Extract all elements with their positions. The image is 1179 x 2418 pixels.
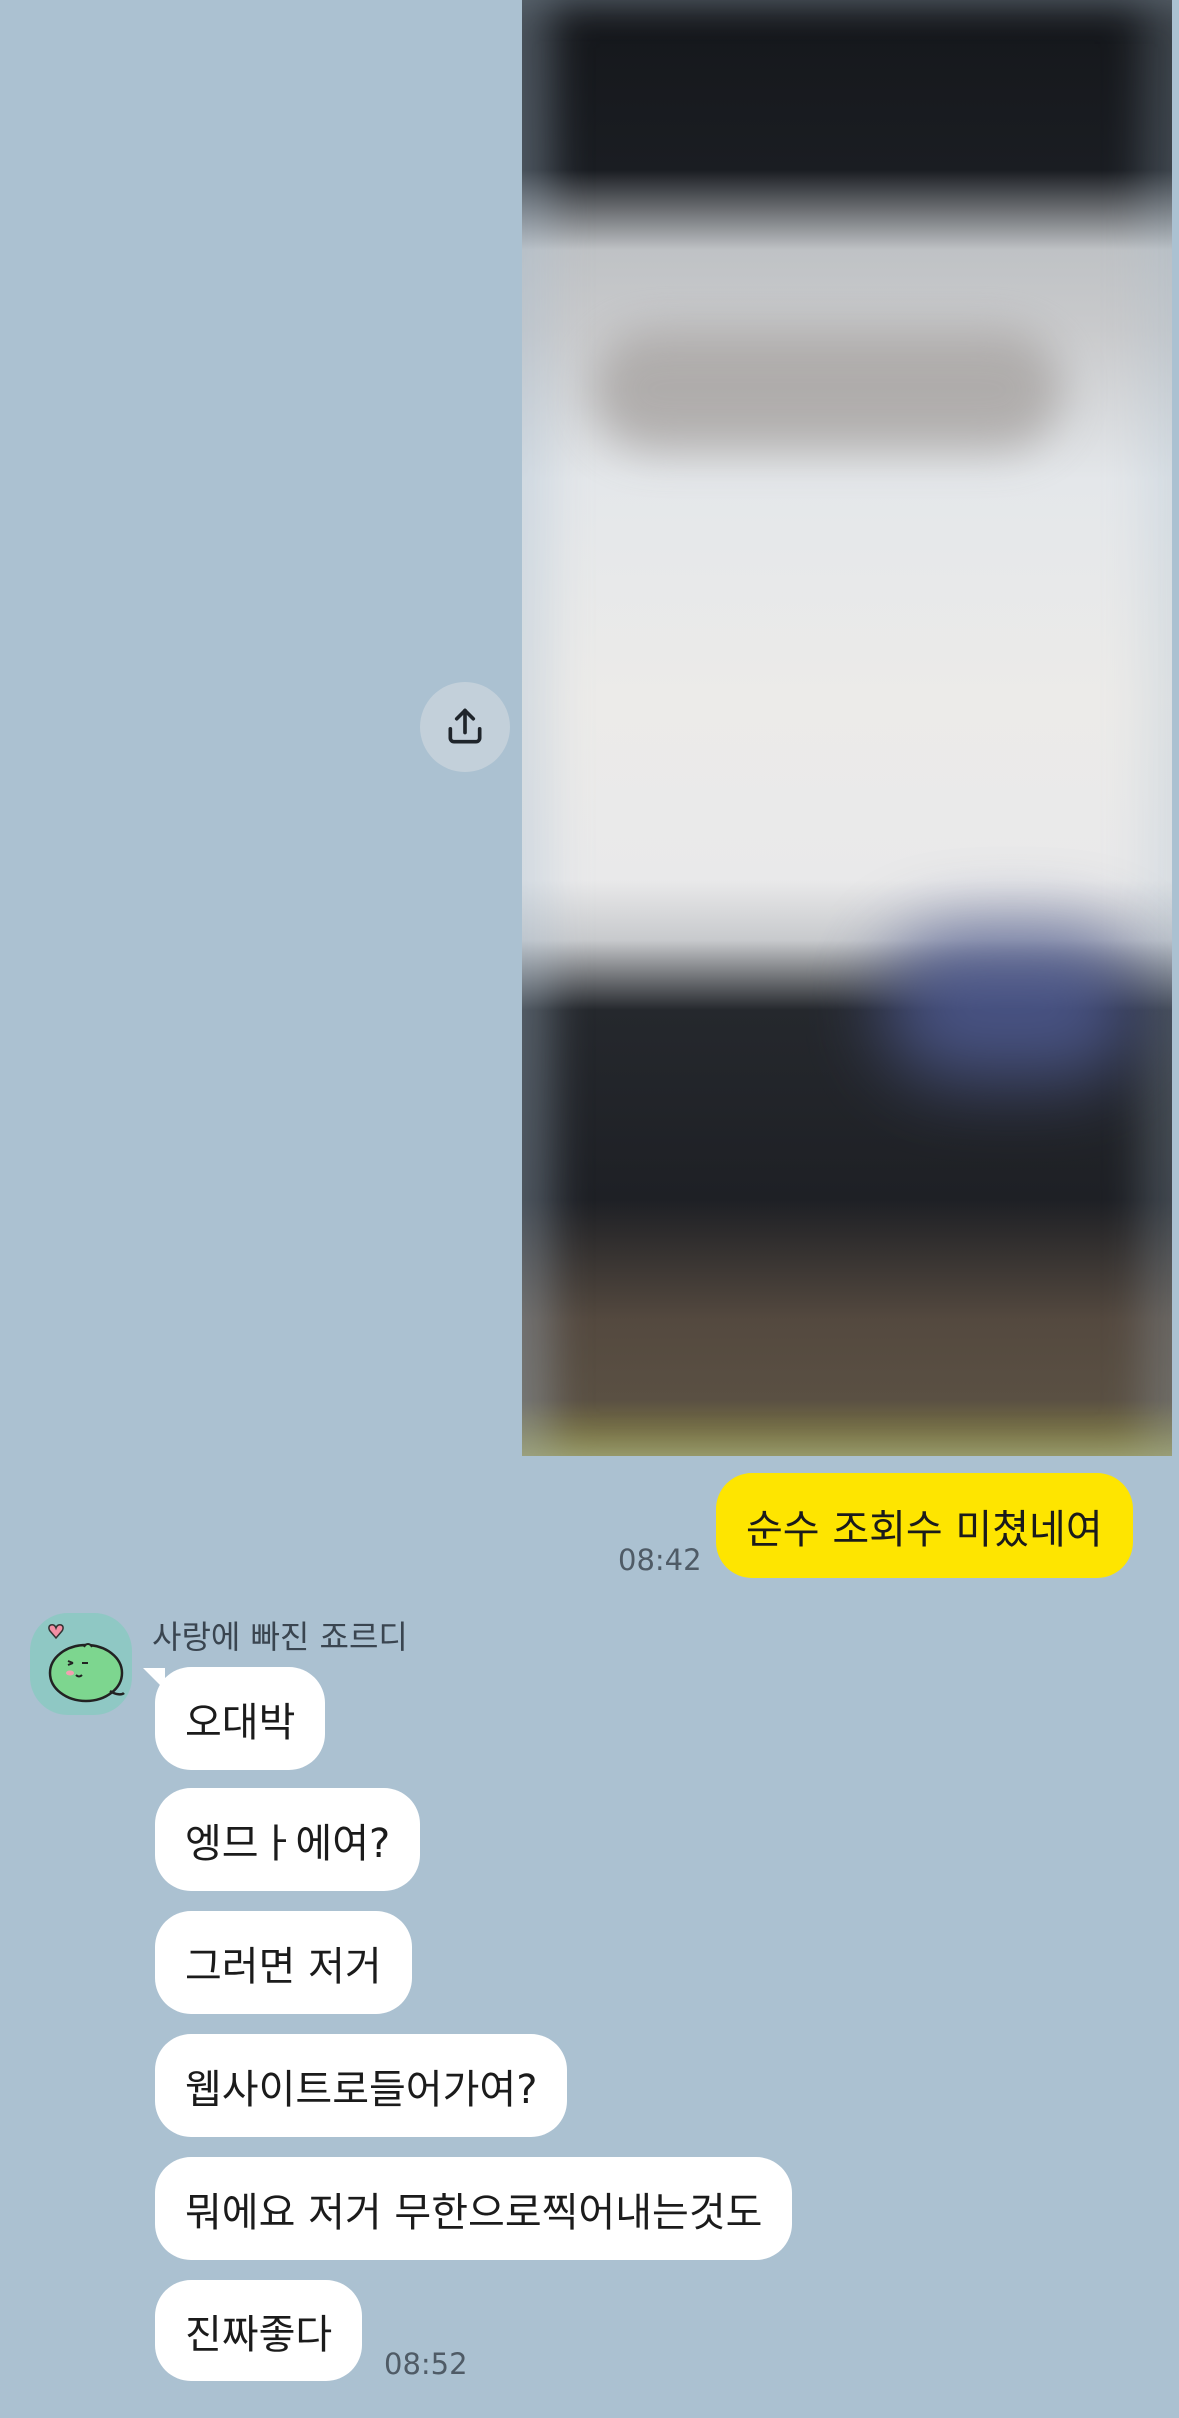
dinosaur-avatar-icon [48,1623,125,1703]
shared-photo[interactable] [522,0,1172,1456]
incoming-message[interactable]: 오대박 [155,1667,326,1770]
incoming-message[interactable]: 진짜좋다 [155,2280,363,2381]
incoming-message[interactable]: 그러면 저거 [155,1911,412,2014]
avatar[interactable] [30,1613,132,1715]
share-upload-icon [448,708,482,744]
incoming-timestamp: 08:52 [384,2347,468,2381]
outgoing-timestamp: 08:42 [618,1543,702,1577]
incoming-message[interactable]: 웹사이트로들어가여? [155,2034,568,2137]
incoming-message[interactable]: 뭐에요 저거 무한으로찍어내는것도 [155,2157,793,2260]
share-button[interactable] [420,682,510,772]
outgoing-message[interactable]: 순수 조회수 미쳤네여 [716,1473,1133,1578]
incoming-message[interactable]: 엥므ㅏ에여? [155,1788,421,1891]
sender-name: 사랑에 빠진 죠르디 [152,1618,408,1656]
